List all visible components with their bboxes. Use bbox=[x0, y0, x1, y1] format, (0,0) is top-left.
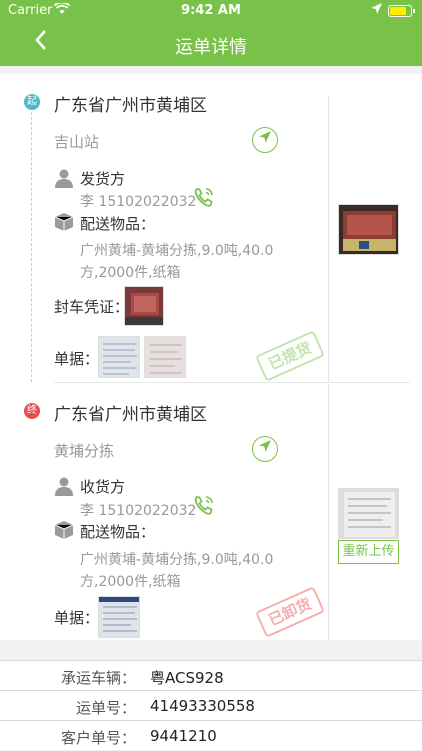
timeline-line bbox=[31, 102, 32, 382]
origin-cargo-photo[interactable] bbox=[338, 204, 399, 255]
column-divider bbox=[328, 96, 329, 382]
waybill-info: 承运车辆： 粤ACS928 运单号： 41493330558 客户单号： 944… bbox=[0, 660, 422, 750]
navigate-arrow-icon bbox=[259, 131, 271, 143]
unloaded-stamp: 已卸货 bbox=[255, 586, 325, 638]
origin-station: 吉山站 bbox=[54, 133, 100, 151]
phone-call-icon[interactable] bbox=[193, 494, 215, 516]
receipt-photo[interactable] bbox=[98, 596, 140, 638]
reupload-button[interactable]: 重新上传 bbox=[338, 540, 399, 564]
vehicle-value: 粤ACS928 bbox=[150, 669, 224, 687]
goods-detail-line2: 方,2000件,纸箱 bbox=[80, 265, 181, 281]
destination-address: 广东省广州市黄埔区 bbox=[54, 405, 207, 425]
origin-marker: 起 bbox=[24, 94, 40, 110]
goods-label: 配送物品： bbox=[80, 523, 156, 541]
origin-address: 广东省广州市黄埔区 bbox=[54, 96, 207, 116]
navigation-bar: 运单详情 bbox=[0, 22, 422, 66]
receipt-photo[interactable] bbox=[144, 336, 186, 378]
navigate-arrow-icon bbox=[259, 440, 271, 452]
clock: 9:42 AM bbox=[181, 3, 241, 18]
page-title: 运单详情 bbox=[175, 37, 247, 58]
phone-call-icon[interactable] bbox=[193, 186, 215, 208]
goods-detail-line1: 广州黄埔-黄埔分拣,9.0吨,40.0 bbox=[80, 552, 274, 568]
picked-up-stamp: 已提货 bbox=[255, 330, 325, 382]
vehicle-label: 承运车辆： bbox=[60, 669, 136, 687]
goods-label: 配送物品： bbox=[80, 215, 156, 233]
person-icon bbox=[54, 476, 74, 496]
customer-number-row: 客户单号： 9441210 bbox=[0, 721, 422, 751]
section-divider bbox=[54, 382, 410, 383]
status-bar: Carrier 9:42 AM bbox=[0, 0, 422, 22]
seal-proof-label: 封车凭证： bbox=[54, 298, 130, 316]
waybill-number-value: 41493330558 bbox=[150, 697, 255, 715]
package-icon bbox=[54, 212, 74, 232]
shipper-label: 发货方 bbox=[80, 170, 126, 188]
location-arrow-icon bbox=[371, 3, 382, 18]
destination-receipt-photo[interactable] bbox=[338, 488, 399, 539]
customer-number-value: 9441210 bbox=[150, 727, 217, 745]
origin-section: 起 广东省广州市黄埔区 吉山站 发货方 李 15102022032 配送物品： … bbox=[0, 74, 422, 384]
goods-detail-line1: 广州黄埔-黄埔分拣,9.0吨,40.0 bbox=[80, 243, 274, 259]
origin-navigate-button[interactable] bbox=[252, 127, 278, 153]
destination-station: 黄埔分拣 bbox=[54, 442, 115, 460]
destination-navigate-button[interactable] bbox=[252, 436, 278, 462]
vehicle-row: 承运车辆： 粤ACS928 bbox=[0, 661, 422, 691]
person-icon bbox=[54, 168, 74, 188]
destination-marker: 终 bbox=[24, 403, 40, 419]
destination-section: 终 广东省广州市黄埔区 黄埔分拣 收货方 李 15102022032 配送物品：… bbox=[0, 384, 422, 640]
package-icon bbox=[54, 520, 74, 540]
receiver-label: 收货方 bbox=[80, 478, 126, 496]
receiver-contact: 李 15102022032 bbox=[80, 503, 197, 519]
receipt-label: 单据： bbox=[54, 350, 100, 368]
seal-proof-photo[interactable] bbox=[124, 286, 164, 326]
customer-number-label: 客户单号： bbox=[60, 729, 136, 747]
goods-detail-line2: 方,2000件,纸箱 bbox=[80, 574, 181, 590]
waybill-detail-panel: 起 广东省广州市黄埔区 吉山站 发货方 李 15102022032 配送物品： … bbox=[0, 74, 422, 640]
shipper-contact: 李 15102022032 bbox=[80, 194, 197, 210]
receipt-photo[interactable] bbox=[98, 336, 140, 378]
battery-icon bbox=[388, 5, 415, 17]
waybill-number-label: 运单号： bbox=[75, 699, 136, 717]
receipt-label: 单据： bbox=[54, 609, 100, 627]
waybill-number-row: 运单号： 41493330558 bbox=[0, 691, 422, 721]
column-divider bbox=[328, 384, 329, 640]
